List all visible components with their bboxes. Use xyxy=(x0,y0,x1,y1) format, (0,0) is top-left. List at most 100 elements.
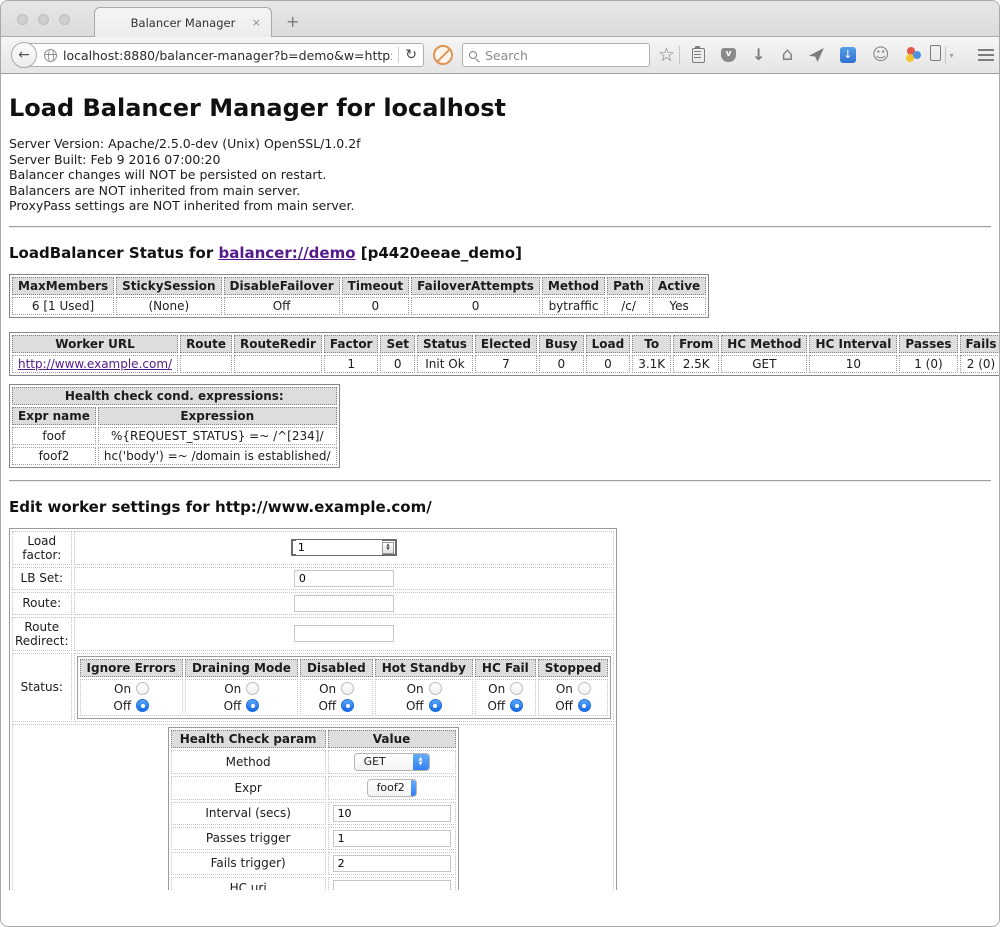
extension-colors-icon[interactable] xyxy=(906,47,922,63)
col-elected: Elected xyxy=(475,335,537,353)
proxypass-notice-line: ProxyPass settings are NOT inherited fro… xyxy=(9,198,991,214)
route-row: Route: xyxy=(12,592,614,615)
hc-interval-label: Interval (secs) xyxy=(171,802,326,825)
cell-expr-name-foof2: foof2 xyxy=(12,447,96,465)
site-identity-globe-icon[interactable] xyxy=(44,49,57,62)
balancer-heading-suffix: [p4420eeae_demo] xyxy=(356,244,522,262)
home-icon[interactable]: ⌂ xyxy=(781,46,792,64)
hc-fail-on-radio[interactable] xyxy=(510,682,523,695)
pocket-icon[interactable]: v xyxy=(721,48,736,62)
search-bar[interactable] xyxy=(462,43,650,67)
cell-expr-name-foof: foof xyxy=(12,427,96,445)
search-input[interactable] xyxy=(483,47,643,64)
tab-close-icon[interactable]: × xyxy=(252,16,261,29)
new-tab-button[interactable]: + xyxy=(286,14,299,30)
table-row: 6 [1 Used] (None) Off 0 0 bytraffic /c/ … xyxy=(12,297,706,315)
load-factor-input[interactable] xyxy=(296,540,382,555)
draining-mode-off-radio[interactable] xyxy=(246,699,259,712)
hc-uri-label: HC uri xyxy=(171,877,326,891)
hc-interval-row: Interval (secs) xyxy=(171,802,456,825)
disabled-on-radio[interactable] xyxy=(341,682,354,695)
route-label: Route: xyxy=(12,592,72,615)
stopped-on-label: On xyxy=(556,682,573,696)
hc-fails-label: Fails trigger) xyxy=(171,852,326,875)
window-minimize-button[interactable] xyxy=(38,14,49,25)
reload-icon[interactable]: ↻ xyxy=(405,48,417,62)
hc-fail-on-label: On xyxy=(488,682,505,696)
downloads-icon[interactable]: ↓ xyxy=(752,47,765,63)
hot-standby-off-label: Off xyxy=(406,699,424,713)
stopped-off-radio[interactable] xyxy=(578,699,591,712)
hc-method-label: Method xyxy=(171,750,326,774)
device-sync-icon[interactable] xyxy=(930,45,941,65)
load-factor-field-wrap: ▲▼ xyxy=(291,539,397,556)
disabled-on-label: On xyxy=(319,682,336,696)
lb-set-label: LB Set: xyxy=(12,567,72,590)
hc-interval-input[interactable] xyxy=(333,805,451,822)
cell-hc-interval: 10 xyxy=(809,355,897,373)
route-redirect-input[interactable] xyxy=(294,625,394,642)
back-button[interactable]: ← xyxy=(11,42,37,68)
col-status: Status xyxy=(417,335,473,353)
send-tab-icon[interactable] xyxy=(809,48,824,62)
stopped-on-radio[interactable] xyxy=(578,682,591,695)
status-radios-row: On Off On Off On Off xyxy=(80,679,609,716)
hot-standby-off-radio[interactable] xyxy=(429,699,442,712)
cell-stickysession: (None) xyxy=(116,297,221,315)
cell-route xyxy=(180,355,232,373)
hc-method-select[interactable]: GET ▲▼ xyxy=(354,753,430,771)
ignore-errors-off-radio[interactable] xyxy=(136,699,149,712)
search-icon xyxy=(469,51,477,59)
hc-passes-input[interactable] xyxy=(333,830,451,847)
balancer-link[interactable]: balancer://demo xyxy=(218,244,355,262)
ignore-errors-off-label: Off xyxy=(113,699,131,713)
inherit-notice-line: Balancers are NOT inherited from main se… xyxy=(9,183,991,199)
col-factor: Factor xyxy=(324,335,379,353)
col-hc-param: Health Check param xyxy=(171,730,326,748)
status-row: Status: Ignore Errors Draining Mode Disa… xyxy=(12,653,614,722)
hc-expr-select[interactable]: foof2 ▲▼ xyxy=(367,779,417,797)
col-hc-method: HC Method xyxy=(721,335,807,353)
window-close-button[interactable] xyxy=(17,14,28,25)
col-disabled: Disabled xyxy=(300,659,373,677)
edit-worker-heading: Edit worker settings for http://www.exam… xyxy=(9,498,991,516)
window-zoom-button[interactable] xyxy=(59,14,70,25)
cell-to: 3.1K xyxy=(632,355,671,373)
worker-status-table: Worker URL Route RouteRedir Factor Set S… xyxy=(9,332,999,376)
col-worker-url: Worker URL xyxy=(12,335,178,353)
worker-url-link[interactable]: http://www.example.com/ xyxy=(18,357,172,371)
hc-uri-input[interactable] xyxy=(333,880,451,891)
content-blocked-icon[interactable] xyxy=(433,45,453,65)
hc-fails-input[interactable] xyxy=(333,855,451,872)
cell-hc-method: GET xyxy=(721,355,807,373)
hc-fail-off-radio[interactable] xyxy=(510,699,523,712)
number-stepper-icon[interactable]: ▲▼ xyxy=(382,542,394,554)
lb-set-input[interactable] xyxy=(294,570,394,587)
col-route: Route xyxy=(180,335,232,353)
bookmarks-menu-icon[interactable] xyxy=(692,48,705,63)
disabled-off-label: Off xyxy=(318,699,336,713)
balancer-status-table: MaxMembers StickySession DisableFailover… xyxy=(9,274,709,318)
col-fails: Fails xyxy=(960,335,1000,353)
col-routeredir: RouteRedir xyxy=(234,335,322,353)
disabled-off-radio[interactable] xyxy=(341,699,354,712)
toolbar-divider-2 xyxy=(945,46,946,64)
video-download-helper-icon[interactable]: ↓ xyxy=(840,47,856,63)
route-input[interactable] xyxy=(294,595,394,612)
overflow-caret-icon[interactable]: ▾ xyxy=(950,51,954,60)
col-ignore-errors: Ignore Errors xyxy=(80,659,183,677)
menu-hamburger-icon[interactable] xyxy=(978,49,994,61)
feedback-smiley-icon[interactable]: ☺ xyxy=(872,47,890,64)
health-check-params-row: Health Check param Value Method GET ▲▼ xyxy=(12,724,614,891)
hot-standby-on-radio[interactable] xyxy=(429,682,442,695)
tab-balancer-manager[interactable]: Balancer Manager × xyxy=(94,7,272,37)
cell-load: 0 xyxy=(586,355,631,373)
url-bar[interactable]: localhost:8880/balancer-manager?b=demo&w… xyxy=(24,43,424,67)
url-text[interactable]: localhost:8880/balancer-manager?b=demo&w… xyxy=(63,48,392,63)
draining-mode-on-radio[interactable] xyxy=(246,682,259,695)
hc-method-row: Method GET ▲▼ xyxy=(171,750,456,774)
bookmark-star-icon[interactable]: ☆ xyxy=(658,46,675,65)
ignore-errors-on-radio[interactable] xyxy=(136,682,149,695)
health-check-expressions-table: Health check cond. expressions: Expr nam… xyxy=(9,384,340,468)
hc-method-selected-value: GET xyxy=(355,755,413,768)
